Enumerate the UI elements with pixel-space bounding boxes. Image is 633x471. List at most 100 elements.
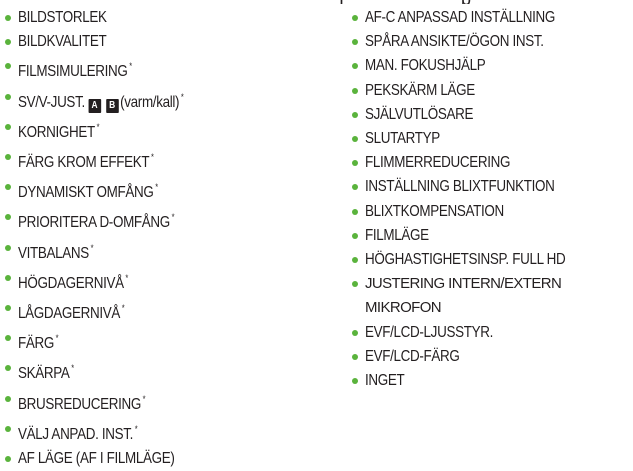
list-item-text: BRUSREDUCERING [18,395,141,413]
list-item: SLUTARTYP [351,127,633,151]
list-item: AF-C ANPASSAD INSTÄLLNING [351,6,633,30]
list-item-text: VITBALANS [18,244,89,262]
bullet-icon [352,378,358,385]
list-item-text: DYNAMISKT OMFÅNG [18,184,154,202]
list-item: HÖGHASTIGHETSINSP. FULL HD [351,248,633,272]
list-item-label: BRUSREDUCERING * [18,387,146,417]
list-item-text: AF LÄGE (AF I FILMLÄGE) [18,450,175,468]
list-item: VÄLJ ANPAD. INST. * [4,417,324,447]
list-item-text: HÖGHASTIGHETSINSP. FULL HD [365,251,566,269]
bullet-icon [5,305,11,312]
list-item-label: SLUTARTYP [365,127,440,151]
list-item-label: BILDKVALITET [18,30,107,54]
list-item-label: LÅGDAGERNIVÅ * [18,296,125,326]
list-item: BLIXTKOMPENSATION [351,200,633,224]
list-item: JUSTERING INTERN/EXTERN MIKROFON [351,272,633,320]
white-balance-shift-a-icon: A [88,98,101,113]
list-item-text: SPÅRA ANSIKTE/ÖGON INST. [365,33,544,51]
list-item: PEKSKÄRM LÄGE [351,79,633,103]
list-item-text: BILDKVALITET [18,33,107,51]
list-item-label: MAN. FOKUSHJÄLP [365,54,486,78]
clipped-heading: T p [0,0,633,4]
list-item: BRUSREDUCERING * [4,387,324,417]
footnote-asterisk: * [134,423,138,434]
bullet-icon [352,136,358,143]
bullet-icon [352,63,358,70]
list-item-text: FÄRG KROM EFFEKT [18,154,150,172]
list-item: AF LÄGE (AF I FILMLÄGE) [4,447,324,471]
list-item-label: EVF/LCD-FÄRG [365,345,460,369]
bullet-icon [352,329,358,336]
list-item: BILDSTORLEK [4,6,324,30]
bullet-icon [352,208,358,215]
list-item-text: INSTÄLLNING BLIXTFUNKTION [365,178,555,196]
list-item-text: PEKSKÄRM LÄGE [365,81,475,99]
bullet-icon [5,395,11,402]
bullet-icon [5,15,11,21]
list-item: DYNAMISKT OMFÅNG * [4,175,324,205]
footnote-asterisk: * [55,333,59,344]
list-item-label: KORNIGHET * [18,115,100,145]
list-item-label: HÖGHASTIGHETSINSP. FULL HD [365,248,566,272]
right-column-list: AF-C ANPASSAD INSTÄLLNING SPÅRA ANSIKTE/Ö… [351,6,633,393]
footnote-asterisk: * [142,393,146,404]
list-item-label: FILMLÄGE [365,224,429,248]
list-item-label: FLIMMERREDUCERING [365,151,510,175]
list-item-label: SKÄRPA * [18,356,74,386]
list-item-label: BILDSTORLEK [18,6,107,30]
list-item-label: INGET [365,369,405,393]
footnote-asterisk: * [121,303,125,314]
bullet-icon [352,39,358,46]
list-item: SV/V-JUST. A B (varm/kall) * [4,85,324,115]
list-item: SKÄRPA * [4,356,324,386]
list-item-label: BLIXTKOMPENSATION [365,200,504,224]
list-item: BILDKVALITET [4,30,324,54]
bullet-icon [5,456,11,463]
list-item-label: PEKSKÄRM LÄGE [365,79,475,103]
bullet-icon [5,244,11,251]
footnote-asterisk: * [90,242,94,253]
list-item-text: SLUTARTYP [365,130,440,148]
list-item-text: BLIXTKOMPENSATION [365,202,504,220]
list-item-label: FÄRG * [18,326,59,356]
list-item: INSTÄLLNING BLIXTFUNKTION [351,175,633,199]
bullet-icon [5,425,11,432]
bullet-icon [352,353,358,360]
list-item: VITBALANS * [4,236,324,266]
list-item: SPÅRA ANSIKTE/ÖGON INST. [351,30,633,54]
footnote-asterisk: * [155,182,158,193]
list-item: FILMLÄGE [351,224,633,248]
white-balance-shift-b-icon: B [105,98,119,113]
list-item-text: EVF/LCD-LJUSSTYR. [365,323,493,341]
list-item-label: FILMSIMULERING * [18,54,132,84]
list-item-label: EVF/LCD-LJUSSTYR. [365,321,493,345]
list-item-label: SV/V-JUST. A B (varm/kall) * [18,85,184,115]
bullet-icon [352,87,358,94]
list-item-label: VITBALANS * [18,236,94,266]
list-item: HÖGDAGERNIVÅ * [4,266,324,296]
list-item-label: SJÄLVUTLÖSARE [365,103,474,127]
list-item: FÄRG * [4,326,324,356]
bullet-icon [5,93,11,100]
list-item-label: SPÅRA ANSIKTE/ÖGON INST. [365,30,544,54]
bullet-icon [352,281,358,288]
list-item-label: DYNAMISKT OMFÅNG * [18,175,158,205]
clipped-heading-left: T [336,0,347,4]
list-item: INGET [351,369,633,393]
footnote-asterisk: * [71,363,74,374]
bullet-icon [5,123,11,130]
bullet-icon [5,63,11,70]
list-item: EVF/LCD-LJUSSTYR. [351,321,633,345]
list-item-label: FÄRG KROM EFFEKT * [18,145,154,175]
clipped-heading-right: p [461,0,471,4]
list-item-text: JUSTERING INTERN/EXTERN MIKROFON [365,275,562,317]
list-item-text: SJÄLVUTLÖSARE [365,105,474,123]
bullet-icon [5,274,11,281]
list-item-label: HÖGDAGERNIVÅ * [18,266,128,296]
list-item-text: MAN. FOKUSHJÄLP [365,57,486,75]
list-item-text: SV/V-JUST. [18,93,85,111]
bullet-icon [352,15,358,21]
bullet-icon [5,214,11,221]
list-item-label: INSTÄLLNING BLIXTFUNKTION [365,175,555,199]
list-item-label: AF-C ANPASSAD INSTÄLLNING [365,6,555,30]
